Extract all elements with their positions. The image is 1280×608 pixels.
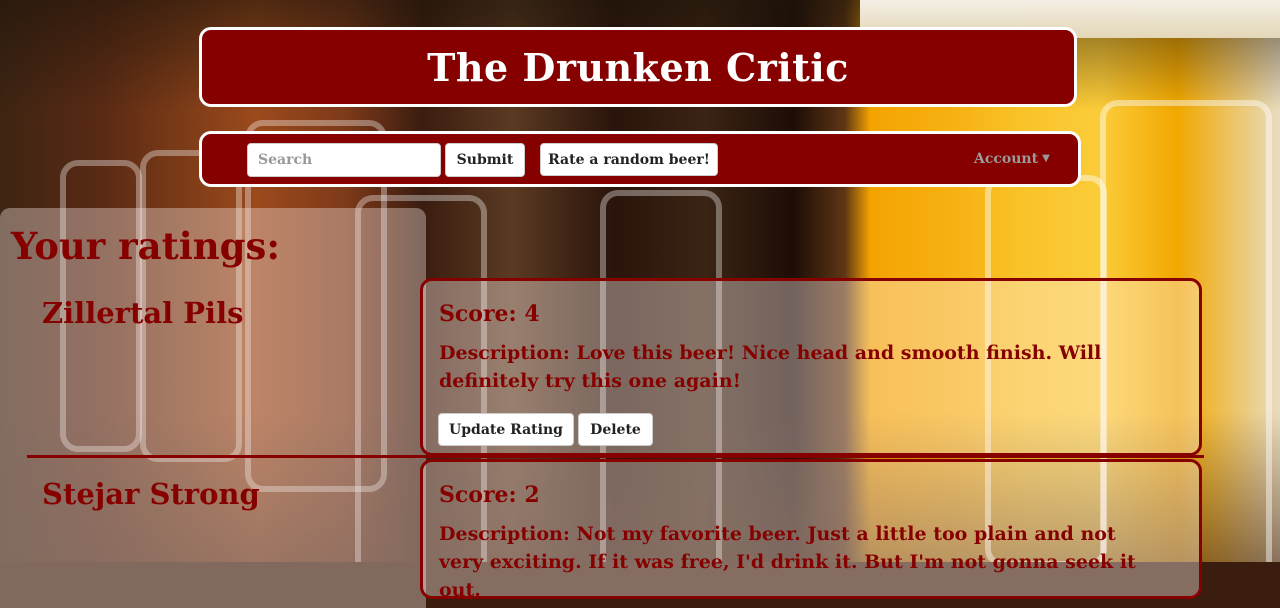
submit-button[interactable]: Submit xyxy=(445,143,525,177)
ratings-heading: Your ratings: xyxy=(11,224,281,268)
beer-name: Zillertal Pils xyxy=(42,296,244,330)
rating-description: Description: Not my favorite beer. Just … xyxy=(439,523,1136,601)
row-divider xyxy=(27,455,1204,458)
rating-score: Score: 2 xyxy=(439,482,540,508)
search-input[interactable] xyxy=(247,143,441,177)
navbar: Submit Rate a random beer! Account▼ xyxy=(199,131,1081,187)
rating-card: Score: 2 Description: Not my favorite be… xyxy=(420,459,1202,601)
rate-random-beer-button[interactable]: Rate a random beer! xyxy=(540,143,718,176)
site-header: The Drunken Critic xyxy=(199,27,1077,107)
rating-score: Score: 4 xyxy=(439,301,540,327)
beer-name: Stejar Strong xyxy=(42,477,260,511)
rating-card: Score: 4 Description: Love this beer! Ni… xyxy=(420,278,1202,456)
ratings-panel xyxy=(0,208,426,608)
account-dropdown[interactable]: Account ▼ xyxy=(974,151,1050,167)
update-rating-button[interactable]: Update Rating xyxy=(438,413,574,446)
rating-description: Description: Love this beer! Nice head a… xyxy=(439,342,1102,392)
caret-down-icon: ▼ xyxy=(1042,153,1050,164)
delete-button[interactable]: Delete xyxy=(578,413,653,446)
site-title: The Drunken Critic xyxy=(427,44,849,90)
account-label: Account xyxy=(974,151,1039,167)
